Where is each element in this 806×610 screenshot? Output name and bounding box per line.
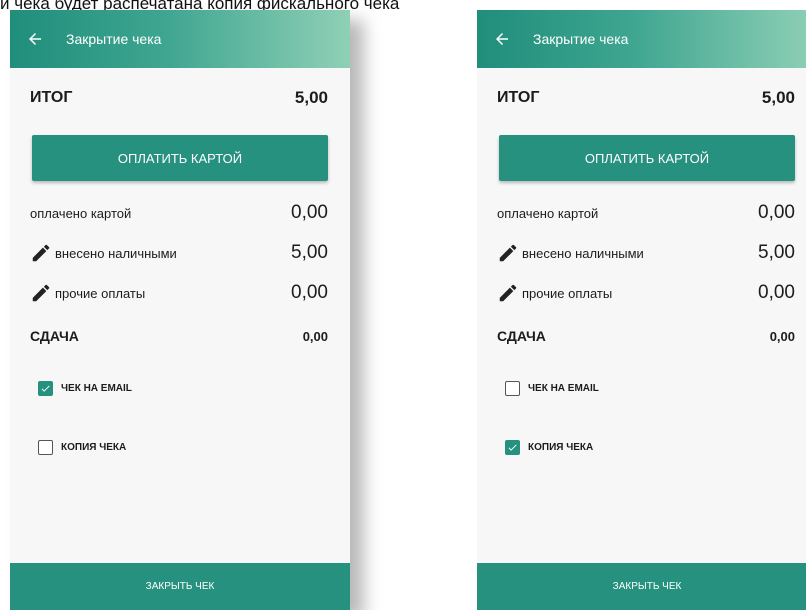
paid-card-value: 0,00 — [758, 202, 795, 223]
arrow-left-icon[interactable] — [491, 28, 513, 50]
email-check-label: ЧЕК НА EMAIL — [528, 383, 599, 394]
cash-label-group: внесено наличными — [30, 242, 177, 264]
cash-row[interactable]: внесено наличными 5,00 — [497, 242, 795, 264]
paid-card-row: оплачено картой 0,00 — [30, 202, 328, 224]
change-row: СДАЧА 0,00 — [30, 328, 328, 344]
page-title: Закрытие чека — [533, 31, 629, 47]
total-label: ИТОГ — [30, 89, 73, 106]
change-value: 0,00 — [769, 328, 795, 344]
left-phone-screen: Закрытие чека ИТОГ 5,00 ОПЛАТИТЬ КАРТОЙ … — [10, 10, 350, 610]
change-value: 0,00 — [302, 328, 328, 344]
cash-row[interactable]: внесено наличными 5,00 — [30, 242, 328, 264]
email-check-option[interactable]: ЧЕК НА EMAIL — [505, 381, 599, 396]
copy-check-option[interactable]: КОПИЯ ЧЕКА — [505, 440, 593, 455]
change-label: СДАЧА — [497, 328, 546, 344]
cash-label-group: внесено наличными — [497, 242, 644, 264]
email-check-option[interactable]: ЧЕК НА EMAIL — [38, 381, 132, 396]
pay-by-card-button[interactable]: ОПЛАТИТЬ КАРТОЙ — [499, 135, 795, 181]
email-check-label: ЧЕК НА EMAIL — [61, 383, 132, 394]
total-row: ИТОГ 5,00 — [497, 88, 795, 108]
other-payments-row[interactable]: прочие оплаты 0,00 — [30, 282, 328, 304]
cash-value: 5,00 — [291, 242, 328, 263]
other-payments-value: 0,00 — [758, 282, 795, 303]
paid-card-label: оплачено картой — [497, 205, 599, 221]
email-checkbox[interactable] — [505, 381, 520, 396]
other-label-group: прочие оплаты — [497, 282, 612, 304]
copy-check-label: КОПИЯ ЧЕКА — [61, 442, 127, 453]
other-payments-value: 0,00 — [291, 282, 328, 303]
other-payments-label: прочие оплаты — [522, 285, 613, 301]
arrow-left-icon[interactable] — [24, 28, 46, 50]
change-row: СДАЧА 0,00 — [497, 328, 795, 344]
total-value: 5,00 — [294, 88, 328, 107]
other-payments-row[interactable]: прочие оплаты 0,00 — [497, 282, 795, 304]
cash-label: внесено наличными — [55, 245, 177, 261]
other-label-group: прочие оплаты — [30, 282, 145, 304]
total-value: 5,00 — [761, 88, 795, 107]
checkmark-icon — [508, 444, 517, 451]
close-check-button[interactable]: ЗАКРЫТЬ ЧЕК — [10, 563, 350, 610]
email-checkbox[interactable] — [38, 381, 53, 396]
pencil-icon[interactable] — [30, 242, 52, 264]
paid-card-value: 0,00 — [291, 202, 328, 223]
total-label: ИТОГ — [497, 89, 540, 106]
pencil-icon[interactable] — [30, 282, 52, 304]
checkmark-icon — [41, 385, 50, 392]
pencil-icon[interactable] — [497, 242, 519, 264]
paid-card-row: оплачено картой 0,00 — [497, 202, 795, 224]
copy-check-label: КОПИЯ ЧЕКА — [528, 442, 594, 453]
pencil-icon[interactable] — [497, 282, 519, 304]
copy-checkbox[interactable] — [505, 440, 520, 455]
page-title: Закрытие чека — [66, 31, 162, 47]
total-row: ИТОГ 5,00 — [30, 88, 328, 108]
paid-card-label: оплачено картой — [30, 205, 132, 221]
copy-checkbox[interactable] — [38, 440, 53, 455]
app-bar: Закрытие чека — [477, 10, 806, 68]
other-payments-label: прочие оплаты — [55, 285, 146, 301]
right-phone-screen: Закрытие чека ИТОГ 5,00 ОПЛАТИТЬ КАРТОЙ … — [477, 10, 806, 610]
cash-value: 5,00 — [758, 242, 795, 263]
pay-by-card-button[interactable]: ОПЛАТИТЬ КАРТОЙ — [32, 135, 328, 181]
app-bar: Закрытие чека — [10, 10, 350, 68]
copy-check-option[interactable]: КОПИЯ ЧЕКА — [38, 440, 126, 455]
close-check-button[interactable]: ЗАКРЫТЬ ЧЕК — [477, 563, 806, 610]
cash-label: внесено наличными — [522, 245, 644, 261]
change-label: СДАЧА — [30, 328, 79, 344]
